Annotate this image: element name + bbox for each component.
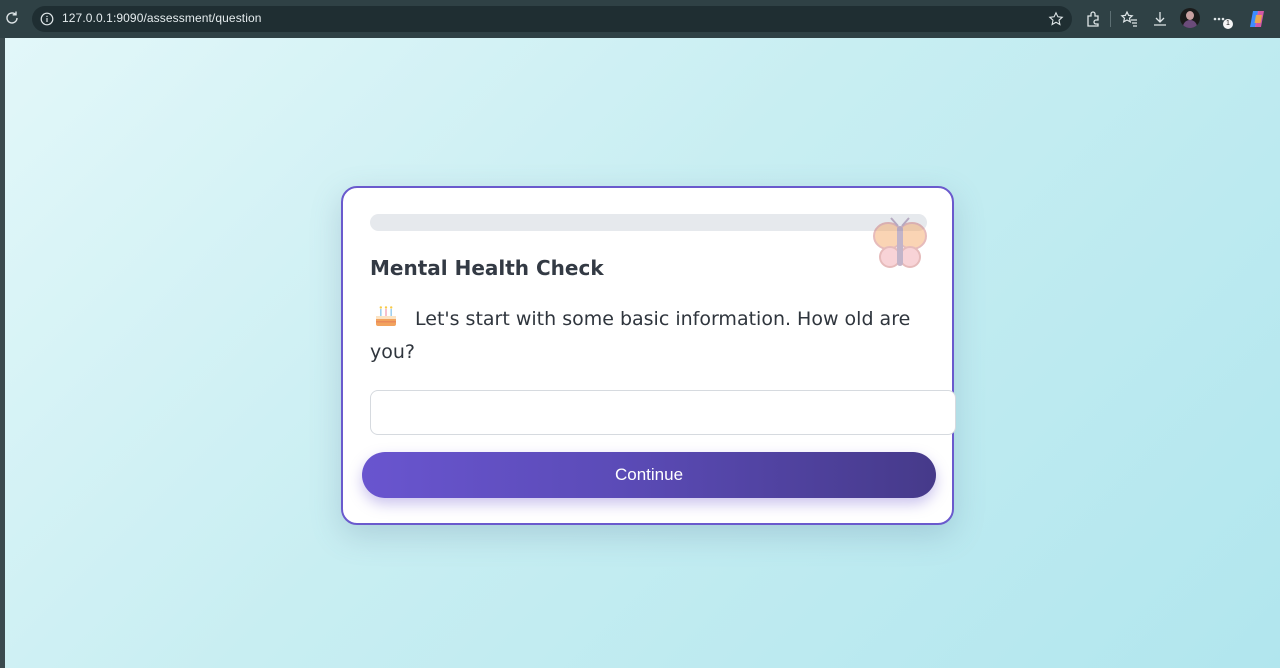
- profile-avatar[interactable]: [1180, 8, 1200, 28]
- download-icon[interactable]: [1151, 10, 1169, 28]
- butterfly-icon: [873, 217, 927, 268]
- favorites-icon[interactable]: [1120, 10, 1138, 28]
- url-text[interactable]: 127.0.0.1:9090/assessment/question: [62, 11, 262, 25]
- age-input[interactable]: [370, 390, 956, 435]
- address-bar[interactable]: 127.0.0.1:9090/assessment/question: [32, 6, 1072, 32]
- birthday-cake-icon: [376, 306, 396, 326]
- question-label: Let's start with some basic information.…: [370, 308, 911, 363]
- progress-bar: [370, 214, 927, 231]
- assessment-card: Mental Health Check Let's start with som…: [341, 186, 956, 525]
- continue-button[interactable]: Continue: [362, 452, 936, 498]
- reload-icon[interactable]: [4, 10, 20, 26]
- extensions-icon[interactable]: [1084, 10, 1102, 28]
- page-title: Mental Health Check: [370, 256, 604, 280]
- browser-toolbar: 127.0.0.1:9090/assessment/question 1: [0, 0, 1280, 38]
- copilot-icon[interactable]: [1247, 9, 1267, 29]
- notification-badge: 1: [1223, 19, 1233, 29]
- toolbar-separator: [1110, 11, 1111, 27]
- question-text: Let's start with some basic information.…: [370, 303, 930, 369]
- page-background: Mental Health Check Let's start with som…: [0, 38, 1280, 668]
- star-icon[interactable]: [1048, 11, 1064, 27]
- info-icon[interactable]: [40, 12, 54, 26]
